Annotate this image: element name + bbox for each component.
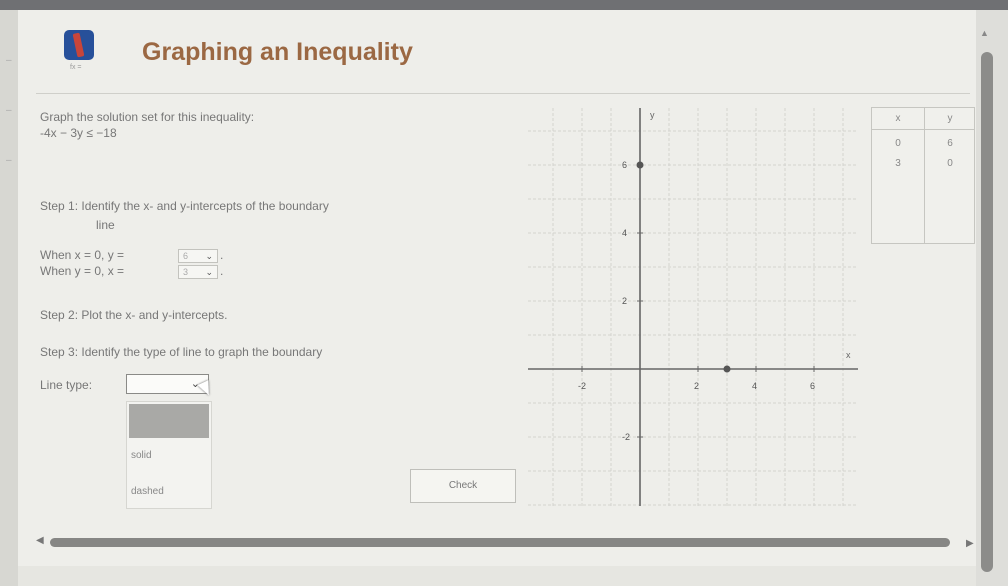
horizontal-scrollbar[interactable]: ◀	[36, 535, 956, 549]
x-tick-label: -2	[578, 381, 586, 391]
vertical-scrollbar[interactable]: ▲	[976, 10, 1008, 586]
y-tick-label: 4	[622, 228, 627, 238]
table-cell: 0	[947, 158, 953, 169]
table-divider	[872, 129, 974, 130]
table-cell: 3	[895, 158, 901, 169]
table-header-y: y	[947, 113, 953, 124]
plotted-point[interactable]	[723, 365, 731, 373]
axes	[528, 108, 858, 506]
bottom-bar	[18, 566, 976, 586]
y-tick-label: -2	[622, 432, 630, 442]
y-tick-label: 6	[622, 160, 627, 170]
table-cell: 0	[895, 138, 901, 149]
scroll-up-icon[interactable]: ▲	[980, 28, 989, 38]
x-tick-label: 4	[752, 381, 757, 391]
table-cell: 6	[947, 138, 953, 149]
vertical-scroll-thumb[interactable]	[981, 52, 993, 572]
x-tick-label: 6	[810, 381, 815, 391]
x-tick-label: 2	[694, 381, 699, 391]
grid-lines	[528, 108, 858, 506]
table-header-x: x	[895, 113, 901, 124]
coordinate-graph[interactable]: -2 2 4 6 6 4 2 -2 x y	[0, 0, 1008, 586]
scroll-left-icon[interactable]: ◀	[36, 535, 44, 546]
xy-table: x y 0 6 3 0	[871, 107, 975, 244]
y-tick-label: 2	[622, 296, 627, 306]
horizontal-scroll-thumb[interactable]	[50, 538, 950, 547]
x-axis-label: x	[846, 350, 851, 360]
scroll-right-icon[interactable]: ▶	[966, 538, 974, 549]
y-axis-label: y	[650, 110, 655, 120]
plotted-point[interactable]	[636, 161, 644, 169]
